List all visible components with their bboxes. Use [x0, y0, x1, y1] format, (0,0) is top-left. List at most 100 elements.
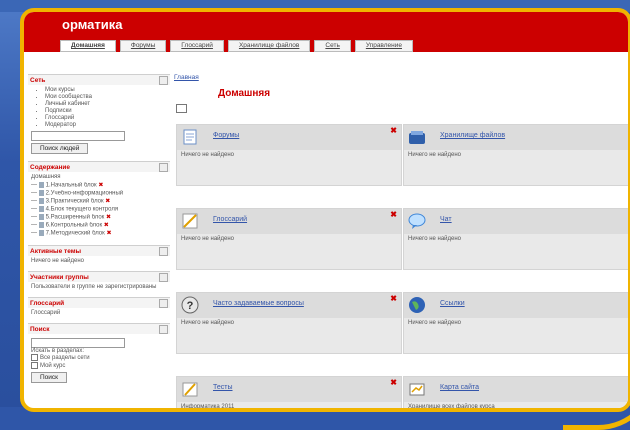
network-block: Сеть Мои курсы Мои сообщества Личный каб… — [28, 74, 170, 156]
card-title[interactable]: Карта сайта — [440, 384, 479, 391]
block-text: Пользователи в группе не зарегистрирован… — [31, 284, 157, 291]
block-title: Содержание — [30, 163, 71, 171]
tree-item-label: 7.Методический блок — [45, 230, 105, 237]
block-title: Активные темы — [30, 247, 82, 255]
card-title[interactable]: Часто задаваемые вопросы — [213, 300, 304, 307]
collapse-icon[interactable] — [159, 324, 168, 334]
tab-admin[interactable]: Управление — [354, 40, 413, 52]
card-title[interactable]: Ссылки — [440, 300, 465, 307]
search-input[interactable] — [31, 338, 125, 349]
glossary-block: Глоссарий Глоссарий — [28, 297, 170, 318]
people-search-input[interactable] — [31, 131, 125, 141]
block-header: Участники группы — [28, 271, 170, 283]
network-item[interactable]: Мои сообщества — [45, 94, 167, 101]
delete-icon[interactable]: ✖ — [106, 214, 111, 220]
card-body: Ничего не найдено — [408, 236, 462, 242]
module-card: Форумы ✖ Ничего не найдено — [176, 124, 402, 186]
sitemap-icon — [409, 383, 425, 396]
glossary-icon — [182, 213, 198, 229]
block-title: Сеть — [30, 76, 46, 84]
option-label: Все разделы сети — [40, 355, 90, 362]
network-list: Мои курсы Мои сообщества Личный кабинет … — [31, 87, 167, 129]
option-label: Мой курс — [40, 363, 66, 370]
collapse-icon[interactable] — [159, 246, 168, 256]
main-nav-tabs: Домашняя Форумы Глоссарий Хранилище файл… — [60, 40, 413, 52]
network-item[interactable]: Личный кабинет — [45, 101, 167, 108]
delete-icon[interactable]: ✖ — [105, 198, 110, 204]
module-card: Чат Ничего не найдено — [403, 208, 628, 270]
checkbox[interactable] — [31, 362, 38, 370]
card-title[interactable]: Чат — [440, 216, 452, 223]
tree-item[interactable]: — 4.Блок текущего контроля — [31, 205, 167, 214]
network-item[interactable]: Мои курсы — [45, 87, 167, 94]
collapse-icon[interactable] — [159, 298, 168, 308]
collapse-icon[interactable] — [159, 272, 168, 282]
delete-icon[interactable]: ✖ — [106, 231, 111, 237]
site-title: орматика — [62, 17, 123, 32]
block-title: Участники группы — [30, 273, 89, 281]
close-icon[interactable]: ✖ — [390, 378, 397, 387]
tree-item[interactable]: — 6.Контрольный блок ✖ — [31, 221, 167, 230]
network-item[interactable]: Подписки — [45, 108, 167, 115]
main-content: Главная Домашняя Форумы ✖ Ничего не найд… — [174, 74, 628, 408]
doc-icon — [183, 129, 197, 145]
card-body: Ничего не найдено — [408, 152, 462, 158]
close-icon[interactable]: ✖ — [390, 210, 397, 219]
delete-icon[interactable]: ✖ — [104, 222, 109, 228]
chat-icon — [408, 213, 426, 229]
tree-item-label: 1.Начальный блок — [45, 182, 97, 189]
find-people-button[interactable]: Поиск людей — [31, 143, 89, 154]
tree-item-label: 3.Практический блок — [45, 198, 104, 205]
page-icon — [38, 197, 44, 204]
module-card: Глоссарий ✖ Ничего не найдено — [176, 208, 402, 270]
block-text: Глоссарий — [31, 310, 61, 317]
tab-home[interactable]: Домашняя — [60, 40, 116, 52]
sidebar: Сеть Мои курсы Мои сообщества Личный каб… — [28, 74, 170, 390]
card-body: Ничего не найдено — [408, 320, 462, 326]
tree-item[interactable]: — 1.Начальный блок ✖ — [31, 181, 167, 190]
question-icon: ? — [181, 296, 199, 314]
card-title[interactable]: Форумы — [213, 132, 239, 139]
page-title: Домашняя — [218, 88, 271, 99]
collapse-icon[interactable] — [159, 75, 168, 85]
radio-button[interactable] — [31, 354, 38, 362]
close-icon[interactable]: ✖ — [390, 126, 397, 135]
svg-text:?: ? — [187, 300, 194, 312]
card-title[interactable]: Хранилище файлов — [440, 132, 505, 139]
block-title: Глоссарий — [30, 299, 65, 307]
tab-files[interactable]: Хранилище файлов — [227, 40, 311, 52]
tree-item[interactable]: — 7.Методический блок ✖ — [31, 229, 167, 238]
network-item[interactable]: Глоссарий — [45, 115, 167, 122]
files-icon — [409, 131, 425, 144]
page-icon — [38, 229, 44, 236]
search-block: Поиск Искать в разделах: Все разделы сет… — [28, 323, 170, 385]
collapse-icon[interactable] — [159, 162, 168, 172]
page-icon — [38, 205, 44, 212]
card-body[interactable]: Информатика 2011 — [177, 402, 401, 408]
tab-glossary[interactable]: Глоссарий — [170, 40, 224, 52]
tab-network[interactable]: Сеть — [314, 40, 351, 52]
tree-item-label: 4.Блок текущего контроля — [45, 206, 119, 213]
delete-icon[interactable]: ✖ — [98, 182, 103, 188]
search-option[interactable]: Все разделы сети — [31, 354, 167, 362]
breadcrumb[interactable]: Главная — [174, 74, 199, 81]
tree-item[interactable]: — 2.Учебно-информационный — [31, 189, 167, 198]
card-title[interactable]: Глоссарий — [213, 216, 247, 223]
tree-root[interactable]: Домашняя — [31, 174, 167, 182]
block-header: Глоссарий — [28, 297, 170, 309]
tab-forums[interactable]: Форумы — [119, 40, 167, 52]
tree-item[interactable]: — 3.Практический блок ✖ — [31, 197, 167, 206]
search-option[interactable]: Мой курс — [31, 362, 167, 370]
group-block: Участники группы Пользователи в группе н… — [28, 271, 170, 292]
search-button[interactable]: Поиск — [31, 372, 68, 384]
view-select[interactable] — [176, 104, 187, 113]
close-icon[interactable]: ✖ — [390, 294, 397, 303]
block-text: Ничего не найдено — [31, 258, 85, 265]
card-body: Ничего не найдено — [181, 320, 235, 326]
tree-item[interactable]: — 5.Расширенный блок ✖ — [31, 213, 167, 222]
page-icon — [38, 221, 44, 228]
module-card: ? Часто задаваемые вопросы ✖ Ничего не н… — [176, 292, 402, 354]
block-header: Активные темы — [28, 245, 170, 257]
network-item[interactable]: Модератор — [45, 122, 167, 129]
card-title[interactable]: Тесты — [213, 384, 233, 391]
